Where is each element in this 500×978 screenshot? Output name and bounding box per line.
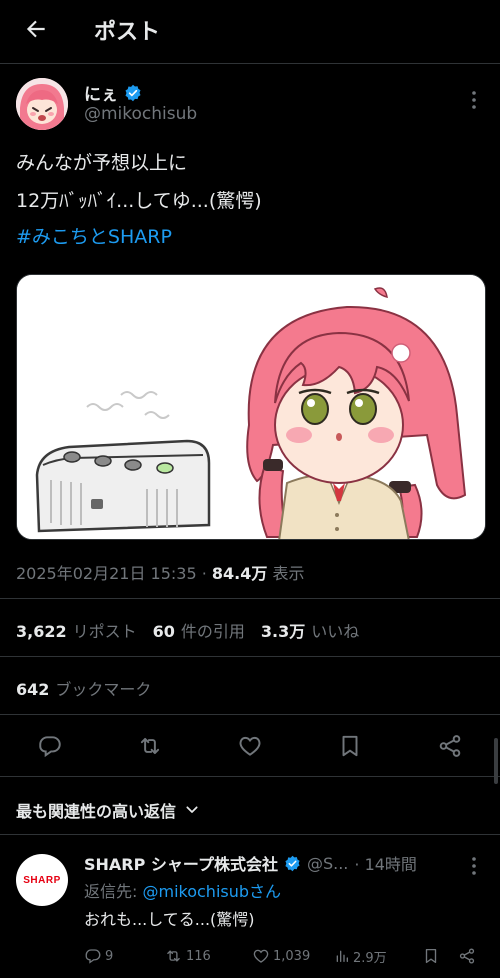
reply-views-button[interactable]: 2.9万 bbox=[334, 944, 387, 968]
tweet-image[interactable] bbox=[16, 274, 486, 540]
reply-avatar[interactable]: SHARP bbox=[16, 854, 68, 906]
more-vertical-icon bbox=[472, 91, 476, 109]
hashtag-link[interactable]: #みこちとSHARP bbox=[16, 222, 172, 249]
likes-label: いいね bbox=[311, 622, 360, 641]
action-bar bbox=[0, 724, 500, 768]
arrow-left-icon bbox=[26, 20, 45, 38]
replying-to-handle[interactable]: @mikochisubさん bbox=[142, 882, 281, 901]
reply-views-count: 2.9万 bbox=[353, 950, 387, 966]
reply-text: おれも...してる...(驚愕) bbox=[84, 910, 255, 929]
repost-button[interactable] bbox=[136, 732, 164, 760]
page-title: ポスト bbox=[94, 20, 161, 45]
tweet-text-line-2: 12万ﾊﾞｯﾊﾞｲ...してゆ...(驚愕) bbox=[16, 190, 262, 212]
tweet-text-line-1: みんなが予想以上に bbox=[16, 152, 188, 174]
bookmark-button[interactable] bbox=[336, 732, 364, 760]
sort-label: 最も関連性の高い返信 bbox=[16, 802, 177, 821]
reposts-stat[interactable]: 3,622 リポスト bbox=[16, 618, 137, 642]
quotes-label: 件の引用 bbox=[180, 622, 245, 641]
back-button[interactable] bbox=[18, 11, 54, 47]
share-icon bbox=[439, 735, 461, 757]
divider bbox=[0, 598, 500, 599]
share-icon bbox=[459, 948, 475, 964]
like-button[interactable] bbox=[236, 732, 264, 760]
reply-repost-button[interactable]: 116 bbox=[164, 944, 211, 968]
reply-more-button[interactable] bbox=[462, 854, 486, 878]
reposts-label: リポスト bbox=[72, 622, 137, 641]
author-avatar[interactable] bbox=[16, 78, 68, 130]
replying-to: 返信先: @mikochisubさん bbox=[84, 878, 281, 902]
author-handle[interactable]: @mikochisub bbox=[84, 104, 197, 124]
divider bbox=[0, 776, 500, 777]
bookmarks-count: 642 bbox=[16, 680, 50, 699]
reply-reply-button[interactable]: 9 bbox=[84, 944, 113, 968]
engagement-stats: 3,622 リポスト 60 件の引用 3.3万 いいね bbox=[16, 618, 359, 642]
views-icon bbox=[336, 950, 348, 962]
author-name-text: にぇ bbox=[84, 85, 118, 105]
reply-share-button[interactable] bbox=[458, 944, 476, 968]
reply-author-handle[interactable]: @S... bbox=[307, 854, 348, 873]
reply-like-button[interactable]: 1,039 bbox=[252, 944, 310, 968]
reply-action-bar: 9 116 1,039 2.9万 bbox=[84, 944, 484, 968]
views-label: 表示 bbox=[267, 564, 305, 583]
quotes-count: 60 bbox=[152, 622, 175, 641]
divider bbox=[0, 834, 500, 835]
bookmarks-stat[interactable]: 642 ブックマーク bbox=[16, 676, 151, 700]
bookmark-icon bbox=[342, 735, 358, 757]
reposts-count: 3,622 bbox=[16, 622, 67, 641]
bookmark-icon bbox=[425, 948, 437, 964]
chevron-down-icon bbox=[186, 806, 198, 813]
quotes-stat[interactable]: 60 件の引用 bbox=[153, 618, 245, 642]
divider bbox=[0, 656, 500, 657]
tweet-timestamp[interactable]: 2025年02月21日 15:35 · 84.4万 表示 bbox=[16, 560, 304, 584]
heart-icon bbox=[253, 949, 269, 963]
reply-replies-count: 9 bbox=[105, 948, 114, 964]
repost-icon bbox=[140, 737, 160, 755]
bookmarks-label: ブックマーク bbox=[55, 680, 152, 699]
reply-bookmark-button[interactable] bbox=[422, 944, 440, 968]
more-vertical-icon bbox=[472, 857, 476, 875]
reply-reposts-count: 116 bbox=[186, 948, 211, 964]
likes-count: 3.3万 bbox=[260, 622, 306, 641]
reply-author-name[interactable]: SHARP シャープ株式会社 bbox=[84, 851, 278, 875]
reply-icon bbox=[39, 736, 61, 758]
datetime-text: 2025年02月21日 15:35 · bbox=[16, 564, 212, 583]
verified-badge-icon bbox=[125, 84, 141, 101]
reply-header: SHARP シャープ株式会社 @S... · 14時間 bbox=[84, 851, 464, 875]
repost-icon bbox=[167, 950, 180, 962]
replying-to-label: 返信先: bbox=[84, 882, 143, 901]
reply-sort-dropdown[interactable]: 最も関連性の高い返信 bbox=[16, 798, 200, 822]
verified-badge-icon bbox=[285, 855, 300, 871]
reply-icon bbox=[85, 949, 101, 964]
scrollbar-thumb[interactable] bbox=[494, 738, 498, 784]
sharp-logo: SHARP bbox=[23, 874, 61, 886]
top-bar: ポスト bbox=[0, 0, 500, 58]
heart-icon bbox=[239, 736, 261, 756]
reply-button[interactable] bbox=[36, 732, 64, 760]
divider bbox=[0, 63, 500, 64]
reply-likes-count: 1,039 bbox=[273, 948, 311, 964]
reply-time[interactable]: · 14時間 bbox=[354, 851, 417, 875]
share-button[interactable] bbox=[436, 732, 464, 760]
divider bbox=[0, 714, 500, 715]
more-button[interactable] bbox=[462, 88, 486, 112]
views-count: 84.4万 bbox=[211, 564, 268, 583]
author-name[interactable]: にぇ bbox=[84, 80, 142, 105]
likes-stat[interactable]: 3.3万 いいね bbox=[261, 618, 359, 642]
